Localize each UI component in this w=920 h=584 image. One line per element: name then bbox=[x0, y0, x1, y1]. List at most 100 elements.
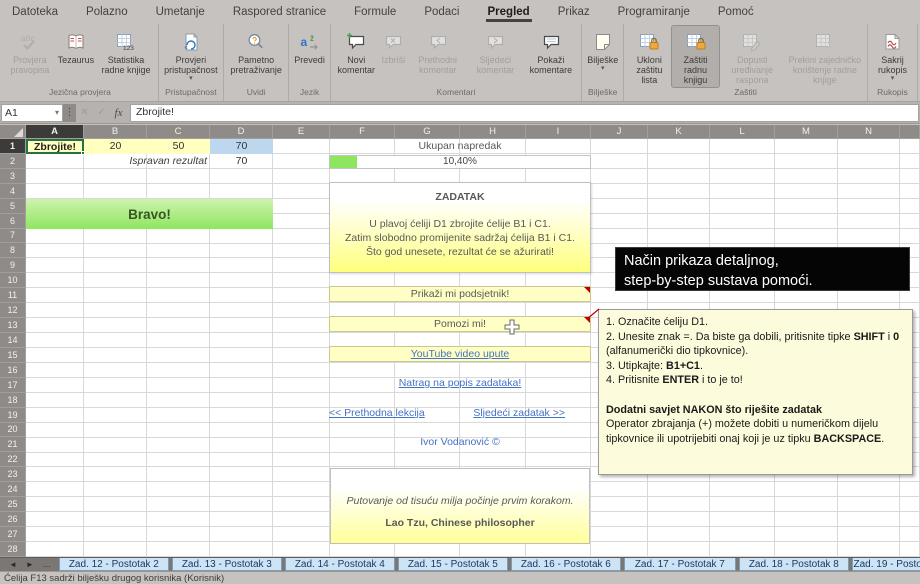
column-header-e[interactable]: E bbox=[273, 125, 330, 139]
name-box-dropdown-icon[interactable]: ▾ bbox=[55, 108, 59, 117]
menu-item-programiranje[interactable]: Programiranje bbox=[616, 3, 692, 22]
row-header-20[interactable]: 20 bbox=[0, 423, 26, 438]
row-header-18[interactable]: 18 bbox=[0, 393, 26, 408]
ribbon-group-label: Pristupačnost bbox=[160, 87, 222, 101]
help-button[interactable]: Pomozi mi! bbox=[329, 316, 591, 332]
row-header-28[interactable]: 28 bbox=[0, 542, 26, 557]
row-header-5[interactable]: 5 bbox=[0, 199, 26, 214]
formula-input[interactable]: Zbrojite! bbox=[130, 104, 919, 122]
menu-item-datoteka[interactable]: Datoteka bbox=[10, 3, 60, 22]
menu-item-prikaz[interactable]: Prikaz bbox=[556, 3, 592, 22]
row-header-19[interactable]: 19 bbox=[0, 408, 26, 423]
ribbon-button-provjeri-pristupačnost[interactable]: Provjeri pristupačnost▾ bbox=[162, 26, 220, 87]
svg-text:123: 123 bbox=[123, 45, 134, 52]
ribbon-button-bilješke[interactable]: Bilješke▾ bbox=[585, 26, 620, 87]
insert-function-icon[interactable]: fx bbox=[110, 107, 127, 119]
row-header-11[interactable]: 11 bbox=[0, 288, 26, 303]
sheet-tab-19[interactable]: Zad. 19 - Postota bbox=[852, 558, 920, 571]
unprotect-sheet-icon bbox=[638, 29, 660, 55]
column-header-k[interactable]: K bbox=[648, 125, 710, 139]
menu-item-pregled[interactable]: Pregled bbox=[486, 3, 532, 22]
reminder-button[interactable]: Prikaži mi podsjetnik! bbox=[329, 286, 591, 302]
ribbon-button-pametno-pretraživanje[interactable]: Pametno pretraživanje bbox=[227, 26, 285, 87]
sheet-tab-13[interactable]: Zad. 13 - Postotak 3 bbox=[172, 558, 282, 571]
back-to-list-link[interactable]: Natrag na popis zadataka! bbox=[399, 377, 522, 389]
row-header-2[interactable]: 2 bbox=[0, 154, 26, 169]
name-box[interactable]: A1 ▾ bbox=[1, 104, 63, 122]
row-header-8[interactable]: 8 bbox=[0, 243, 26, 258]
column-header-a[interactable]: A bbox=[26, 125, 84, 139]
cell-d1[interactable]: 70 bbox=[210, 139, 273, 154]
row-header-16[interactable]: 16 bbox=[0, 363, 26, 378]
ribbon-button-tezaurus[interactable]: Tezaurus bbox=[56, 26, 97, 87]
row-header-10[interactable]: 10 bbox=[0, 273, 26, 288]
row-header-15[interactable]: 15 bbox=[0, 348, 26, 363]
row-header-27[interactable]: 27 bbox=[0, 527, 26, 542]
row-header-14[interactable]: 14 bbox=[0, 333, 26, 348]
column-header-d[interactable]: D bbox=[210, 125, 273, 139]
row-header-6[interactable]: 6 bbox=[0, 214, 26, 229]
ribbon-button-statistika-radne-knjige[interactable]: 123Statistika radne knjige bbox=[97, 26, 155, 87]
row-header-13[interactable]: 13 bbox=[0, 318, 26, 333]
row-header-26[interactable]: 26 bbox=[0, 512, 26, 527]
ribbon-button-pokaži-komentare[interactable]: Pokaži komentare bbox=[524, 26, 579, 87]
column-header-h[interactable]: H bbox=[460, 125, 526, 139]
row-header-21[interactable]: 21 bbox=[0, 437, 26, 452]
menu-item-pomoć[interactable]: Pomoć bbox=[716, 3, 756, 22]
next-sheet-icon[interactable]: ► bbox=[26, 560, 34, 569]
row-header-22[interactable]: 22 bbox=[0, 452, 26, 467]
previous-lesson-link[interactable]: << Prethodna lekcija bbox=[329, 407, 425, 419]
ribbon-button-ukloni-zaštitu-lista[interactable]: Ukloni zaštitu lista bbox=[627, 26, 671, 87]
column-header-m[interactable]: M bbox=[775, 125, 838, 139]
ribbon-button-novi-komentar[interactable]: Novi komentar bbox=[334, 26, 379, 87]
row-header-23[interactable]: 23 bbox=[0, 467, 26, 482]
column-header-b[interactable]: B bbox=[84, 125, 147, 139]
cell-c1[interactable]: 50 bbox=[147, 139, 210, 154]
comment-box: 1. Označite ćeliju D1.2. Unesite znak =.… bbox=[598, 309, 913, 475]
cell-b1[interactable]: 20 bbox=[84, 139, 147, 154]
ribbon-button-sakrij-rukopis[interactable]: Sakrij rukopis▾ bbox=[871, 26, 914, 87]
column-header[interactable] bbox=[900, 125, 920, 139]
column-header-n[interactable]: N bbox=[838, 125, 900, 139]
ribbon-button-label: Ukloni zaštitu lista bbox=[629, 55, 669, 85]
menu-item-formule[interactable]: Formule bbox=[352, 3, 398, 22]
ribbon-button-prevedi[interactable]: ažPrevedi bbox=[292, 26, 327, 87]
formula-bar-grip-icon[interactable]: ⋮ bbox=[63, 104, 76, 122]
row-header-12[interactable]: 12 bbox=[0, 303, 26, 318]
youtube-link[interactable]: YouTube video upute bbox=[411, 348, 509, 360]
select-all-corner[interactable] bbox=[0, 125, 26, 139]
row-header-1[interactable]: 1 bbox=[0, 139, 26, 154]
sheet-tab-15[interactable]: Zad. 15 - Postotak 5 bbox=[398, 558, 508, 571]
row-header-25[interactable]: 25 bbox=[0, 497, 26, 512]
menu-item-umetanje[interactable]: Umetanje bbox=[154, 3, 207, 22]
sheet-list-ellipsis-icon[interactable]: … bbox=[43, 560, 51, 569]
sheet-tab-12[interactable]: Zad. 12 - Postotak 2 bbox=[59, 558, 169, 571]
next-task-link[interactable]: Sljedeći zadatak >> bbox=[473, 407, 565, 419]
column-header-f[interactable]: F bbox=[330, 125, 395, 139]
help-callout: Način prikaza detaljnog, step-by-step su… bbox=[615, 247, 910, 291]
column-header-i[interactable]: I bbox=[526, 125, 591, 139]
cell-d2[interactable]: 70 bbox=[210, 154, 273, 169]
row-header-3[interactable]: 3 bbox=[0, 169, 26, 184]
column-header-g[interactable]: G bbox=[395, 125, 460, 139]
ribbon-button-zaštiti-radnu-knjigu[interactable]: Zaštiti radnu knjigu bbox=[672, 26, 718, 87]
menu-item-polazno[interactable]: Polazno bbox=[84, 3, 130, 22]
row-header-9[interactable]: 9 bbox=[0, 258, 26, 273]
grid-body[interactable]: Zbrojite! 20 50 70 Ispravan rezultat 70 … bbox=[26, 139, 920, 557]
youtube-button[interactable]: YouTube video upute bbox=[329, 346, 591, 362]
menu-item-podaci[interactable]: Podaci bbox=[422, 3, 461, 22]
selected-cell-a1[interactable]: Zbrojite! bbox=[26, 139, 84, 154]
sheet-tab-14[interactable]: Zad. 14 - Postotak 4 bbox=[285, 558, 395, 571]
sheet-tab-16[interactable]: Zad. 16 - Postotak 6 bbox=[511, 558, 621, 571]
column-header-c[interactable]: C bbox=[147, 125, 210, 139]
row-header-17[interactable]: 17 bbox=[0, 378, 26, 393]
menu-item-raspored-stranice[interactable]: Raspored stranice bbox=[231, 3, 328, 22]
sheet-tab-18[interactable]: Zad. 18 - Postotak 8 bbox=[739, 558, 849, 571]
prev-sheet-icon[interactable]: ◄ bbox=[9, 560, 17, 569]
row-header-4[interactable]: 4 bbox=[0, 184, 26, 199]
column-header-l[interactable]: L bbox=[710, 125, 775, 139]
row-header-24[interactable]: 24 bbox=[0, 482, 26, 497]
column-header-j[interactable]: J bbox=[591, 125, 648, 139]
row-header-7[interactable]: 7 bbox=[0, 229, 26, 244]
sheet-tab-17[interactable]: Zad. 17 - Postotak 7 bbox=[624, 558, 736, 571]
